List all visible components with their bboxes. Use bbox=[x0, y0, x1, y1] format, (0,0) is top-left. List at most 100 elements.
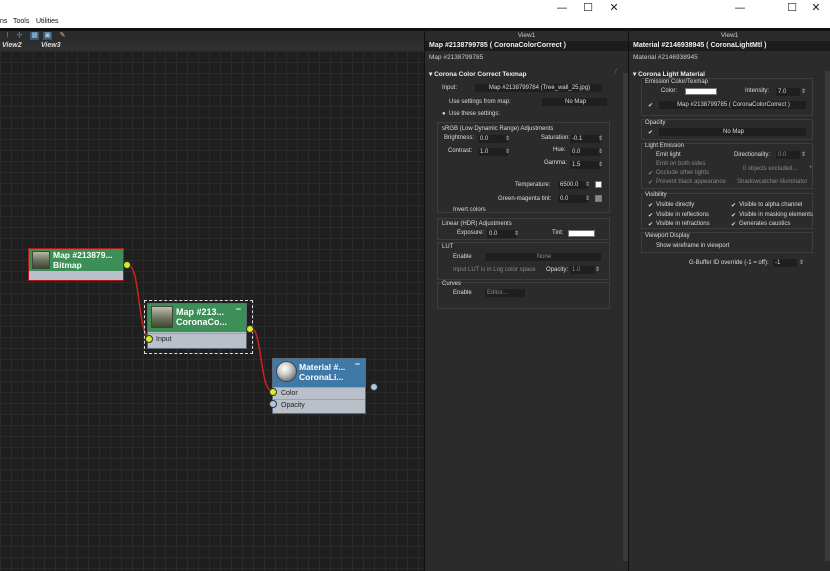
layout-tree-icon[interactable]: ⁝ bbox=[3, 32, 12, 40]
intensity-field[interactable]: 7.0 bbox=[776, 88, 800, 96]
directionality-label: Directionality: bbox=[734, 152, 771, 158]
green-magenta-spinner[interactable]: ⇕ bbox=[585, 195, 590, 202]
prevent-black-checkbox[interactable]: Prevent black appearance bbox=[656, 179, 726, 185]
brightness-spinner[interactable]: ⇕ bbox=[505, 135, 510, 142]
opacity-map-button[interactable]: No Map bbox=[659, 128, 806, 136]
emission-color-swatch[interactable] bbox=[685, 88, 717, 95]
input-port[interactable] bbox=[145, 335, 153, 343]
output-port[interactable] bbox=[370, 383, 378, 391]
brightness-field[interactable]: 0.0 bbox=[478, 135, 508, 143]
emission-map-checkbox[interactable]: ✔ bbox=[648, 102, 653, 109]
grid-view-icon[interactable]: ▦ bbox=[30, 32, 39, 40]
emit-both-sides-checkbox[interactable]: Emit on both sides bbox=[656, 161, 705, 167]
exposure-field[interactable]: 0.0 bbox=[487, 230, 517, 238]
node-material[interactable]: Material #... CoronaLi... − Color Opacit… bbox=[269, 358, 378, 414]
intensity-spinner[interactable]: ⇕ bbox=[801, 88, 806, 95]
node-colorcorrect[interactable]: Map #213... CoronaCo... − Input bbox=[145, 303, 254, 349]
tab-view3[interactable]: View3 bbox=[41, 42, 61, 49]
opacity-port[interactable] bbox=[269, 400, 277, 408]
collapse-icon[interactable]: − bbox=[355, 359, 360, 369]
exclude-add-icon[interactable]: + bbox=[809, 165, 813, 171]
panel-material: View1 Material #2146938945 ( CoronaLight… bbox=[628, 31, 830, 571]
collapse-icon[interactable]: − bbox=[236, 304, 241, 314]
temperature-field[interactable]: 6500.0 bbox=[558, 181, 588, 189]
lut-log-checkbox[interactable]: Input LUT is in Log color space bbox=[453, 267, 536, 273]
prevent-check[interactable]: ✔ bbox=[648, 179, 653, 186]
tint-swatch[interactable] bbox=[568, 230, 595, 237]
vis-alpha-check[interactable]: ✔ bbox=[731, 202, 736, 209]
directionality-field[interactable]: 0.0 bbox=[776, 151, 800, 159]
panel-title: Material #2146938945 ( CoronaLightMtl ) bbox=[629, 41, 830, 51]
hue-field[interactable]: 0.0 bbox=[570, 148, 600, 156]
menu-item-modes[interactable]: ns bbox=[0, 18, 7, 25]
use-these-radio[interactable]: ● bbox=[442, 111, 446, 117]
gbuffer-label: G-Buffer ID override (-1 = off): bbox=[689, 260, 769, 266]
use-these-label: Use these settings: bbox=[449, 111, 501, 117]
vis-refr-check[interactable]: ✔ bbox=[648, 221, 653, 228]
green-magenta-field[interactable]: 0.0 bbox=[558, 195, 588, 203]
vis-mask-check[interactable]: ✔ bbox=[731, 212, 736, 219]
contrast-spinner[interactable]: ⇕ bbox=[505, 148, 510, 155]
output-port[interactable] bbox=[123, 261, 131, 269]
emission-map-button[interactable]: Map #2138799785 ( CoronaColorCorrect ) bbox=[659, 101, 806, 109]
shadowcatcher-checkbox[interactable]: Shadowcatcher illuminator bbox=[737, 179, 807, 185]
lut-opacity-field[interactable]: 1.0 bbox=[570, 266, 595, 274]
gamma-field[interactable]: 1.5 bbox=[570, 161, 600, 169]
input-map-button[interactable]: Map #2138799784 (Tree_wall_25.jpg) bbox=[475, 84, 602, 92]
lut-enable-checkbox[interactable]: Enable bbox=[453, 254, 472, 260]
brightness-label: Brightness: bbox=[444, 135, 475, 141]
temperature-swatch[interactable] bbox=[595, 181, 602, 188]
app-window: — ☐ ✕ — ☐ ✕ ns Tools Utilities ⁝ ⊹ ▦ ▣ ✎… bbox=[0, 0, 830, 571]
visible-alpha-label: Visible to alpha channel bbox=[739, 202, 803, 208]
wireframe-checkbox[interactable]: Show wireframe in viewport bbox=[656, 243, 729, 249]
invert-colors-checkbox[interactable]: Invert colors bbox=[453, 207, 486, 213]
close-rollout-icon[interactable]: / bbox=[615, 69, 617, 75]
rollout-header[interactable]: ▾ Corona Light Material bbox=[633, 70, 705, 78]
panel-colorcorrect: View1 Map #2138799785 ( CoronaColorCorre… bbox=[424, 31, 628, 571]
output-port[interactable] bbox=[246, 325, 254, 333]
exclude-button[interactable]: 0 objects excluded... bbox=[732, 165, 806, 173]
occlude-check[interactable]: ✔ bbox=[648, 170, 653, 177]
hue-spinner[interactable]: ⇕ bbox=[598, 148, 603, 155]
saturation-spinner[interactable]: ⇕ bbox=[598, 135, 603, 142]
gamma-label: Gamma: bbox=[544, 160, 568, 166]
caustics-check[interactable]: ✔ bbox=[731, 221, 736, 228]
pick-icon[interactable]: ✎ bbox=[58, 32, 67, 40]
menu-item-tools[interactable]: Tools bbox=[13, 18, 29, 25]
scrollbar[interactable] bbox=[825, 71, 830, 561]
lut-opacity-spinner[interactable]: ⇕ bbox=[595, 266, 600, 273]
curves-editor-button[interactable]: Editor... bbox=[485, 289, 525, 297]
vis-directly-check[interactable]: ✔ bbox=[648, 202, 653, 209]
exposure-spinner[interactable]: ⇕ bbox=[514, 230, 519, 237]
minimize-button[interactable]: — bbox=[552, 1, 572, 15]
curves-enable-checkbox[interactable]: Enable bbox=[453, 290, 472, 296]
node-header: Map #213879... Bitmap bbox=[29, 249, 123, 271]
green-magenta-swatch[interactable] bbox=[595, 195, 602, 202]
maximize-button-2[interactable]: ☐ bbox=[782, 1, 802, 15]
node-bitmap[interactable]: Map #213879... Bitmap bbox=[28, 248, 131, 281]
layout-branch-icon[interactable]: ⊹ bbox=[15, 32, 24, 40]
close-button[interactable]: ✕ bbox=[604, 1, 624, 15]
occlude-lights-checkbox[interactable]: Occlude other lights bbox=[656, 170, 709, 176]
directionality-spinner[interactable]: ⇕ bbox=[801, 151, 806, 158]
maximize-button[interactable]: ☐ bbox=[578, 1, 598, 15]
gbuffer-spinner[interactable]: ⇕ bbox=[799, 259, 804, 266]
gamma-spinner[interactable]: ⇕ bbox=[598, 161, 603, 168]
gbuffer-field[interactable]: -1 bbox=[773, 259, 797, 267]
opacity-map-checkbox[interactable]: ✔ bbox=[648, 129, 653, 136]
saturation-field[interactable]: -0.1 bbox=[570, 135, 600, 143]
temperature-spinner[interactable]: ⇕ bbox=[585, 181, 590, 188]
lut-file-button[interactable]: None bbox=[485, 253, 601, 261]
emit-light-checkbox[interactable]: Emit light bbox=[656, 152, 681, 158]
tab-view2[interactable]: View2 bbox=[2, 42, 22, 49]
settings-map-button[interactable]: No Map bbox=[542, 98, 607, 106]
close-button-2[interactable]: ✕ bbox=[806, 1, 826, 15]
rollout-header[interactable]: ▾ Corona Color Correct Texmap bbox=[429, 70, 526, 78]
minimize-button-2[interactable]: — bbox=[730, 1, 750, 15]
vis-refl-check[interactable]: ✔ bbox=[648, 212, 653, 219]
color-port[interactable] bbox=[269, 388, 277, 396]
node-view-icon[interactable]: ▣ bbox=[43, 32, 52, 40]
menu-item-utilities[interactable]: Utilities bbox=[36, 18, 59, 25]
contrast-field[interactable]: 1.0 bbox=[478, 148, 508, 156]
menu-bar: ns Tools Utilities bbox=[0, 17, 830, 28]
